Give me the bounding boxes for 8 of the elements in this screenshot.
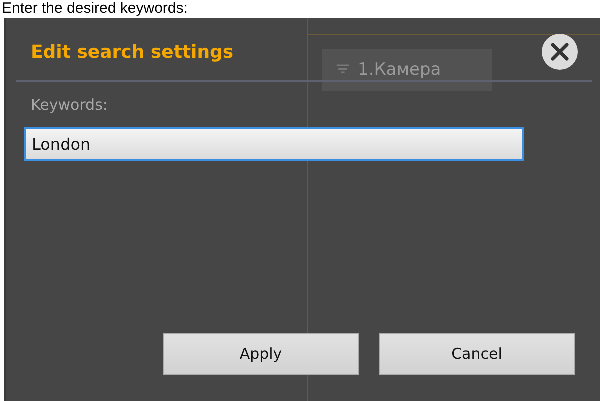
keywords-label: Keywords: bbox=[31, 96, 109, 114]
close-icon[interactable] bbox=[542, 34, 578, 70]
keywords-field[interactable]: London bbox=[24, 127, 524, 161]
dialog-title: Edit search settings bbox=[31, 42, 234, 62]
camera-tab-label: 1.Камера bbox=[358, 60, 442, 80]
cancel-button[interactable]: Cancel bbox=[379, 333, 575, 375]
apply-button[interactable]: Apply bbox=[163, 333, 359, 375]
instruction-text: Enter the desired keywords: bbox=[1, 0, 189, 18]
